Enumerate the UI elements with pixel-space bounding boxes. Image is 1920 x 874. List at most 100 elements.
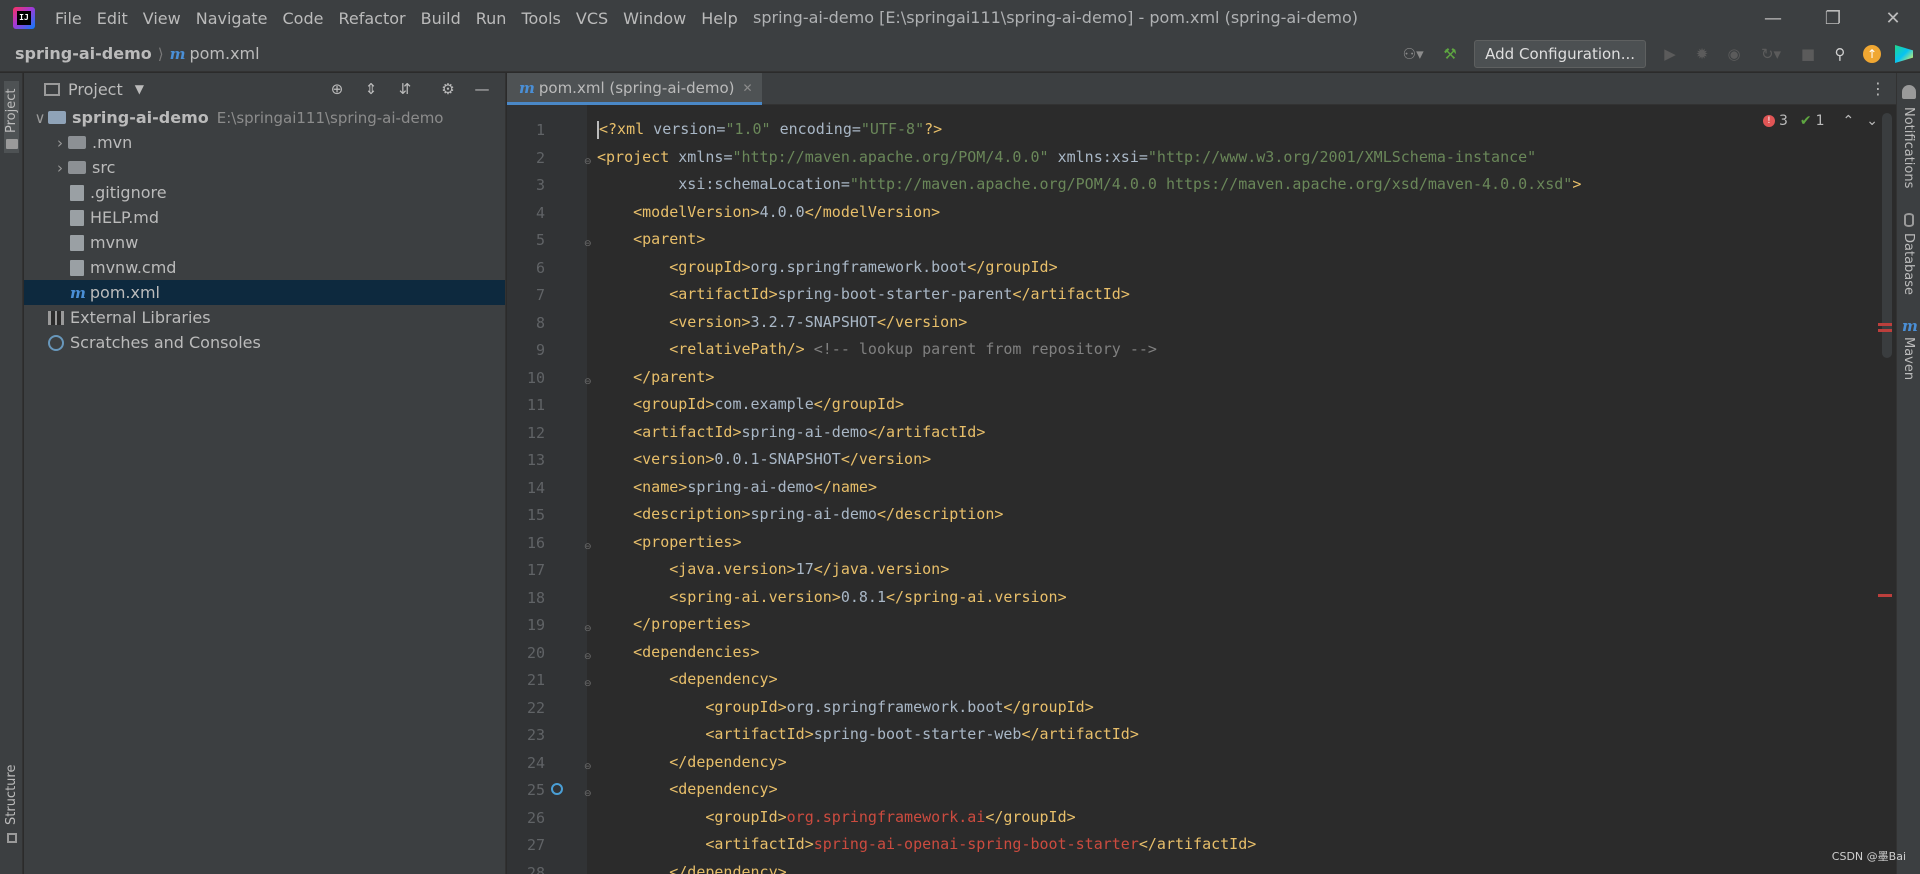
project-panel-title[interactable]: Project xyxy=(68,80,123,99)
tree-item-external-libraries[interactable]: External Libraries xyxy=(24,305,505,330)
fold-icon[interactable]: ⊖ xyxy=(584,542,594,552)
expand-all-icon[interactable]: ⇕ xyxy=(359,77,383,101)
previous-highlight-icon[interactable]: ⌃ xyxy=(1843,113,1855,129)
code-line[interactable]: </parent> xyxy=(597,364,714,392)
fold-icon[interactable]: ⊖ xyxy=(584,762,594,772)
fold-icon[interactable]: ⊖ xyxy=(584,789,594,799)
code-line[interactable]: xsi:schemaLocation="http://maven.apache.… xyxy=(597,171,1581,199)
fold-icon[interactable]: ⊖ xyxy=(584,652,594,662)
tree-item-help-md[interactable]: HELP.md xyxy=(24,205,505,230)
breadcrumb-project[interactable]: spring-ai-demo xyxy=(15,44,152,63)
stop-icon[interactable]: ■ xyxy=(1796,42,1820,66)
notifications-tool-label[interactable]: Notifications xyxy=(1901,107,1916,188)
minimize-icon[interactable]: — xyxy=(1748,0,1798,36)
notifications-bell-icon[interactable] xyxy=(1902,85,1916,99)
menu-item-code[interactable]: Code xyxy=(283,9,324,28)
code-line[interactable]: <modelVersion>4.0.0</modelVersion> xyxy=(597,199,940,227)
settings-gear-icon[interactable]: ⚙ xyxy=(436,77,460,101)
restore-icon[interactable]: ❐ xyxy=(1808,0,1858,36)
debug-icon[interactable]: ✹ xyxy=(1690,42,1714,66)
database-tool-label[interactable]: Database xyxy=(1901,233,1916,295)
intellij-logo-icon[interactable]: IJ xyxy=(13,7,35,29)
user-icon[interactable]: ⚇▾ xyxy=(1396,42,1430,66)
breadcrumb-file[interactable]: pom.xml xyxy=(189,44,259,63)
structure-tool-label[interactable]: Structure xyxy=(4,765,19,825)
menu-item-window[interactable]: Window xyxy=(623,9,686,28)
code-line[interactable]: <groupId>org.springframework.ai</groupId… xyxy=(597,804,1075,832)
menu-item-file[interactable]: File xyxy=(55,9,82,28)
menu-item-tools[interactable]: Tools xyxy=(521,9,560,28)
fold-icon[interactable]: ⊖ xyxy=(584,679,594,689)
tree-item-src[interactable]: › src xyxy=(24,155,505,180)
collapse-all-icon[interactable]: ⇵ xyxy=(393,77,417,101)
close-icon[interactable]: ✕ xyxy=(1868,0,1918,36)
database-icon[interactable] xyxy=(1904,213,1914,227)
code-line[interactable]: </dependency> xyxy=(597,749,786,777)
project-tool-label[interactable]: Project xyxy=(4,89,19,133)
more-options-icon[interactable]: ⋮ xyxy=(1870,79,1886,98)
code-line[interactable]: <relativePath/> <!-- lookup parent from … xyxy=(597,336,1157,364)
select-opened-file-icon[interactable]: ⊕ xyxy=(325,77,349,101)
fold-icon[interactable]: ⊖ xyxy=(584,157,594,167)
code-line[interactable]: <version>3.2.7-SNAPSHOT</version> xyxy=(597,309,967,337)
error-stripe-marker[interactable] xyxy=(1878,323,1892,326)
code-line[interactable]: <dependencies> xyxy=(597,639,759,667)
code-line[interactable]: </properties> xyxy=(597,611,750,639)
code-line[interactable]: <artifactId>spring-boot-starter-web</art… xyxy=(597,721,1139,749)
coverage-icon[interactable]: ◉ xyxy=(1722,42,1746,66)
jetbrains-toolbox-icon[interactable] xyxy=(1892,42,1916,66)
menu-item-refactor[interactable]: Refactor xyxy=(338,9,405,28)
tree-item-mvn[interactable]: › .mvn xyxy=(24,130,505,155)
code-line[interactable]: <description>spring-ai-demo</description… xyxy=(597,501,1003,529)
implemented-override-icon[interactable] xyxy=(551,783,563,795)
tree-item-scratches-and-consoles[interactable]: Scratches and Consoles xyxy=(24,330,505,355)
code-line[interactable]: <dependency> xyxy=(597,776,777,804)
tree-item-mvnw[interactable]: mvnw xyxy=(24,230,505,255)
run-icon[interactable]: ▶ xyxy=(1658,42,1682,66)
fold-icon[interactable]: ⊖ xyxy=(584,239,594,249)
code-line[interactable]: <version>0.0.1-SNAPSHOT</version> xyxy=(597,446,931,474)
update-icon[interactable]: ↑ xyxy=(1860,42,1884,66)
fold-icon[interactable]: ⊖ xyxy=(584,377,594,387)
menu-item-run[interactable]: Run xyxy=(476,9,507,28)
code-area[interactable]: <?xml version="1.0" encoding="UTF-8"?> <p… xyxy=(597,105,1867,874)
code-line[interactable]: <spring-ai.version>0.8.1</spring-ai.vers… xyxy=(597,584,1066,612)
editor-scrollbar[interactable] xyxy=(1882,113,1892,358)
project-view-dropdown-icon[interactable]: ▼ xyxy=(135,82,144,96)
inspection-widget[interactable]: ! 3 ✔ 1 ⌃ ⌄ xyxy=(1759,113,1878,129)
menu-item-vcs[interactable]: VCS xyxy=(576,9,608,28)
next-highlight-icon[interactable]: ⌄ xyxy=(1866,113,1878,129)
code-line[interactable]: <parent> xyxy=(597,226,705,254)
chevron-right-icon[interactable]: › xyxy=(52,134,68,152)
hide-panel-icon[interactable]: — xyxy=(470,77,494,101)
maven-tool-icon[interactable]: m xyxy=(1902,317,1918,335)
code-line[interactable]: <artifactId>spring-ai-demo</artifactId> xyxy=(597,419,985,447)
code-line[interactable]: <artifactId>spring-ai-openai-spring-boot… xyxy=(597,831,1256,859)
search-icon[interactable]: ⚲ xyxy=(1828,42,1852,66)
code-line[interactable]: <?xml version="1.0" encoding="UTF-8"?> xyxy=(597,116,942,144)
tree-item-mvnw-cmd[interactable]: mvnw.cmd xyxy=(24,255,505,280)
code-line[interactable]: <project xmlns="http://maven.apache.org/… xyxy=(597,144,1536,172)
tree-item-pom-xml[interactable]: m pom.xml xyxy=(24,280,505,305)
code-line[interactable]: <dependency> xyxy=(597,666,777,694)
code-line[interactable]: <properties> xyxy=(597,529,741,557)
fold-icon[interactable]: ⊖ xyxy=(584,624,594,634)
menu-item-edit[interactable]: Edit xyxy=(97,9,128,28)
chevron-down-icon[interactable]: ∨ xyxy=(32,109,48,127)
tab-pom-xml[interactable]: m pom.xml (spring-ai-demo) ✕ xyxy=(507,73,762,105)
menu-item-view[interactable]: View xyxy=(143,9,181,28)
build-hammer-icon[interactable]: ⚒ xyxy=(1438,42,1462,66)
add-configuration-button[interactable]: Add Configuration... xyxy=(1474,40,1646,68)
code-line[interactable]: <groupId>org.springframework.boot</group… xyxy=(597,694,1093,722)
menu-item-navigate[interactable]: Navigate xyxy=(196,9,268,28)
menu-item-build[interactable]: Build xyxy=(421,9,461,28)
tab-close-icon[interactable]: ✕ xyxy=(743,81,753,95)
profile-icon[interactable]: ↻▾ xyxy=(1754,42,1788,66)
code-line[interactable]: <groupId>com.example</groupId> xyxy=(597,391,904,419)
code-line[interactable]: </dependency> xyxy=(597,859,786,874)
code-line[interactable]: <groupId>org.springframework.boot</group… xyxy=(597,254,1057,282)
code-line[interactable]: <java.version>17</java.version> xyxy=(597,556,949,584)
code-line[interactable]: <artifactId>spring-boot-starter-parent</… xyxy=(597,281,1130,309)
chevron-right-icon[interactable]: › xyxy=(52,159,68,177)
error-stripe-marker[interactable] xyxy=(1878,594,1892,597)
